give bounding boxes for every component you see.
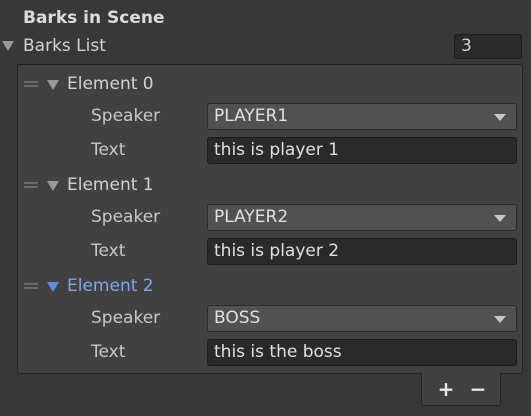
element-1-label[interactable]: Element 1 (67, 175, 154, 195)
chevron-down-icon (494, 114, 506, 121)
drag-handle-icon[interactable] (24, 182, 38, 188)
barks-list-foldout-icon[interactable] (2, 41, 14, 51)
element-1-speaker-value: PLAYER2 (214, 207, 289, 227)
drag-handle-icon[interactable] (24, 283, 38, 289)
drag-handle-icon[interactable] (24, 81, 38, 87)
element-0-label[interactable]: Element 0 (67, 74, 154, 94)
element-0-speaker-dropdown[interactable]: PLAYER1 (207, 103, 517, 130)
remove-element-button[interactable]: − (464, 375, 492, 403)
element-2-foldout-icon[interactable] (47, 282, 59, 292)
element-2-speaker-dropdown[interactable]: BOSS (207, 305, 517, 332)
chevron-down-icon (494, 316, 506, 323)
element-0-text-field[interactable]: this is player 1 (207, 137, 517, 164)
element-1-text-label: Text (91, 241, 126, 261)
element-0-speaker-value: PLAYER1 (214, 106, 289, 126)
element-2-text-field[interactable]: this is the boss (207, 339, 517, 366)
add-element-button[interactable]: + (432, 375, 460, 403)
element-2-speaker-label: Speaker (91, 308, 161, 328)
section-title: Barks in Scene (23, 8, 165, 28)
element-1-foldout-icon[interactable] (47, 181, 59, 191)
element-1-speaker-label: Speaker (91, 207, 161, 227)
element-2-text-label: Text (91, 342, 126, 362)
element-0-text-label: Text (91, 140, 126, 160)
list-size-field[interactable]: 3 (454, 34, 522, 59)
element-2-speaker-value: BOSS (214, 308, 261, 328)
element-0-foldout-icon[interactable] (47, 80, 59, 90)
element-2-label[interactable]: Element 2 (67, 276, 154, 296)
element-1-speaker-dropdown[interactable]: PLAYER2 (207, 204, 517, 231)
barks-list-label[interactable]: Barks List (23, 36, 106, 56)
element-1-text-field[interactable]: this is player 2 (207, 238, 517, 265)
chevron-down-icon (494, 215, 506, 222)
list-footer: + − (421, 373, 501, 406)
element-0-speaker-label: Speaker (91, 106, 161, 126)
